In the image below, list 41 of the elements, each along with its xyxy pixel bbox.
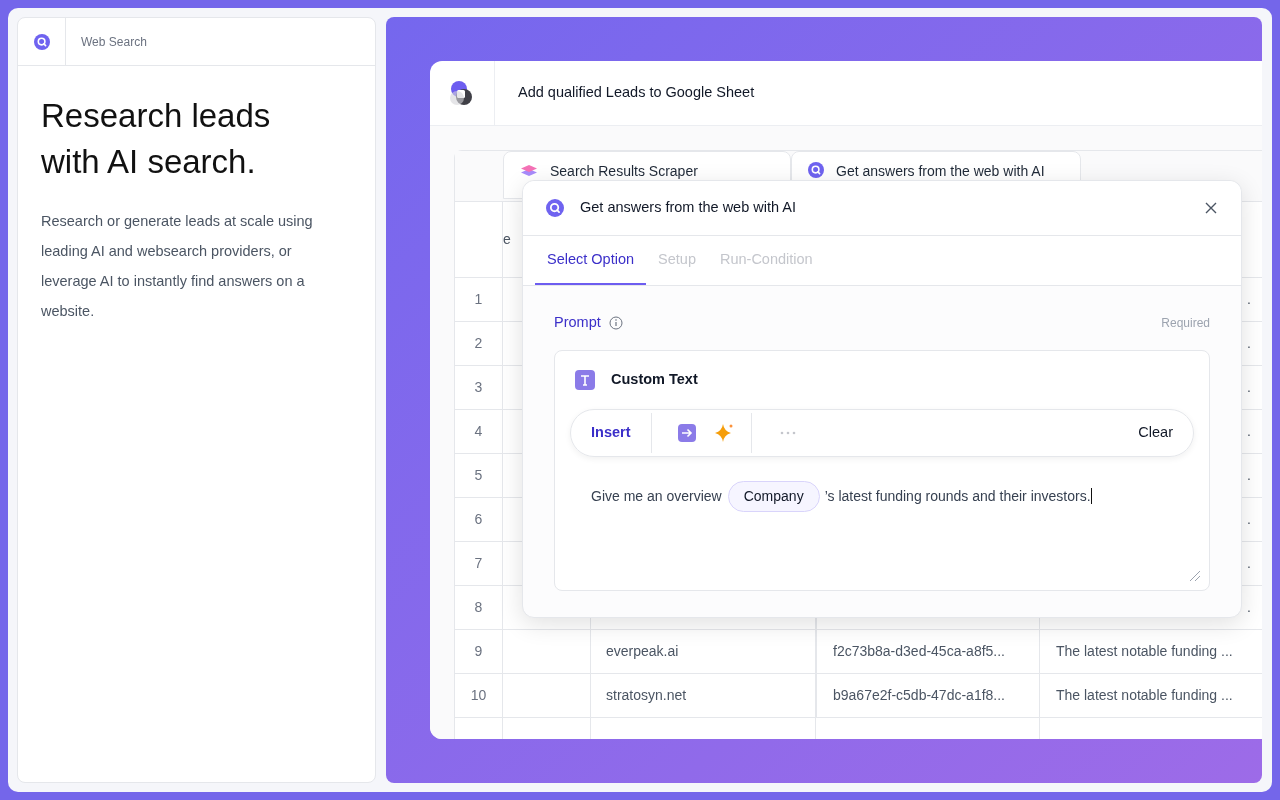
table-cell: The latest notable funding ... bbox=[1040, 630, 1262, 674]
info-icon bbox=[608, 315, 623, 330]
row-number: 3 bbox=[455, 366, 503, 410]
table-cell: f2c73b8a-d3ed-45ca-a8f5... bbox=[816, 630, 1040, 674]
prompt-editor[interactable]: Custom Text Insert Clear Give me an overview Company ’s latest funding rounds and their investors. bbox=[554, 349, 1210, 591]
row-number: 8 bbox=[455, 586, 503, 630]
layers-icon bbox=[520, 162, 538, 178]
variable-chip[interactable]: Company bbox=[727, 480, 820, 512]
column-header-label: Get answers from the web with AI bbox=[836, 162, 1045, 180]
row-number: 4 bbox=[455, 410, 503, 454]
resize-handle-icon[interactable] bbox=[1189, 569, 1201, 582]
row-number: 9 bbox=[455, 630, 503, 674]
source-label: Custom Text bbox=[611, 369, 698, 389]
row-number: 2 bbox=[455, 322, 503, 366]
more-icon[interactable] bbox=[779, 430, 796, 435]
prompt-label: Prompt bbox=[554, 313, 601, 332]
tab[interactable]: Select Option bbox=[535, 236, 647, 285]
close-icon bbox=[1205, 202, 1217, 214]
prompt-text: Give me an overview bbox=[591, 486, 722, 506]
table-cell: everpeak.ai bbox=[591, 630, 816, 674]
sidebar-title: Web Search bbox=[80, 33, 147, 51]
insert-variable-button[interactable] bbox=[677, 423, 696, 442]
row-number: 1 bbox=[455, 278, 503, 322]
table-cell: stratosyn.net bbox=[591, 674, 816, 718]
row-number: 5 bbox=[455, 454, 503, 498]
clear-button[interactable]: Clear bbox=[1118, 421, 1193, 444]
table-cell: b9a67e2f-c5db-47dc-a1f8... bbox=[816, 674, 1040, 718]
search-icon bbox=[33, 33, 50, 50]
table-cell: The latest notable funding ... bbox=[1040, 674, 1262, 718]
sidebar-heading: Research leads with AI search. bbox=[41, 96, 272, 182]
insert-button[interactable]: Insert bbox=[571, 421, 651, 444]
text-icon bbox=[575, 369, 595, 390]
row-number: 7 bbox=[455, 542, 503, 586]
sidebar-description: Research or generate leads at scale using leading AI and websearch providers, or leverage AI to instantly find answers on a website. bbox=[41, 212, 314, 321]
row-number: 6 bbox=[455, 498, 503, 542]
text-cursor bbox=[1090, 488, 1092, 504]
row-number: 10 bbox=[455, 674, 503, 718]
search-icon bbox=[808, 162, 824, 178]
workflow-title: Add qualified Leads to Google Sheet bbox=[517, 83, 755, 103]
search-icon bbox=[546, 199, 564, 217]
column-header-label: Search Results Scraper bbox=[550, 162, 698, 180]
